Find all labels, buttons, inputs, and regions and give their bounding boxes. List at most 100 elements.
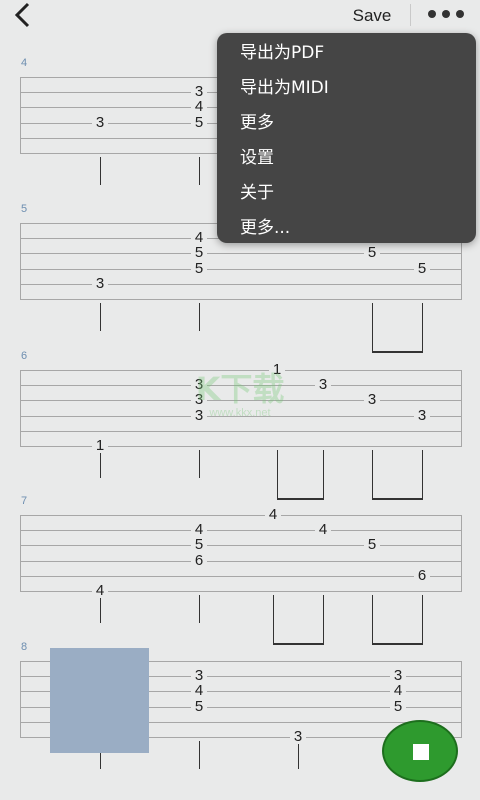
fret-number[interactable]: 1 [269, 362, 285, 377]
note-stem [422, 303, 423, 331]
note-stem [277, 478, 278, 498]
note-stem [298, 741, 299, 769]
fret-number[interactable]: 6 [414, 567, 430, 583]
note-stem [277, 450, 278, 478]
fret-number[interactable]: 3 [191, 377, 207, 393]
staff-line [20, 268, 462, 270]
staff-line [20, 545, 462, 547]
measure-number: 7 [21, 495, 28, 507]
note-beam [372, 351, 423, 353]
overflow-menu: 导出为PDF 导出为MIDI 更多 设置 关于 更多... [217, 33, 476, 243]
menu-item-more-ellipsis[interactable]: 更多... [217, 211, 476, 246]
note-beam [372, 643, 423, 645]
fret-number[interactable]: 3 [315, 377, 331, 393]
menu-item-more[interactable]: 更多 [217, 106, 476, 141]
menu-item-export-midi[interactable]: 导出为MIDI [217, 71, 476, 106]
bar-line [461, 515, 462, 591]
note-stem [422, 623, 423, 643]
fret-number[interactable]: 5 [191, 260, 207, 276]
staff-line [20, 299, 462, 300]
staff-line [20, 400, 462, 402]
bar-line [20, 223, 21, 299]
fret-number[interactable]: 3 [390, 668, 406, 684]
staff-line [20, 446, 462, 447]
staff-line [20, 515, 462, 516]
staff-line [20, 385, 462, 387]
fret-number[interactable]: 3 [92, 275, 108, 291]
fret-number[interactable]: 4 [191, 99, 207, 115]
selected-beat-highlight [50, 648, 149, 753]
toolbar-divider [410, 4, 411, 26]
fret-number[interactable]: 5 [364, 245, 380, 261]
staff-line [20, 591, 462, 592]
menu-item-export-pdf[interactable]: 导出为PDF [217, 36, 476, 71]
fret-number[interactable]: 5 [364, 537, 380, 553]
stop-square-icon [413, 744, 429, 760]
fret-number[interactable]: 5 [390, 698, 406, 714]
bar-line [461, 370, 462, 446]
fret-number[interactable]: 4 [191, 230, 207, 246]
fret-number[interactable]: 4 [92, 583, 108, 598]
fret-number[interactable]: 4 [390, 683, 406, 699]
fret-number[interactable]: 3 [191, 84, 207, 100]
note-beam [277, 498, 324, 500]
fret-number[interactable]: 3 [414, 407, 430, 423]
stop-playback-button[interactable] [382, 720, 458, 782]
fret-number[interactable]: 3 [364, 392, 380, 408]
note-stem [372, 478, 373, 498]
back-button[interactable] [8, 2, 38, 28]
fret-number[interactable]: 1 [92, 438, 108, 453]
note-stem [199, 595, 200, 623]
fret-number[interactable]: 4 [315, 522, 331, 538]
note-stem [100, 157, 101, 185]
note-stem [273, 595, 274, 623]
fret-number[interactable]: 5 [191, 537, 207, 553]
top-bar: Save [0, 0, 480, 30]
fret-number[interactable]: 5 [191, 245, 207, 261]
bar-line [461, 661, 462, 737]
note-stem [422, 478, 423, 498]
staff-line [20, 560, 462, 562]
note-stem [199, 741, 200, 769]
fret-number[interactable]: 4 [191, 522, 207, 538]
note-stem [323, 478, 324, 498]
fret-number[interactable]: 3 [191, 668, 207, 684]
staff-line [20, 415, 462, 417]
note-beam [273, 643, 324, 645]
fret-number[interactable]: 4 [265, 507, 281, 522]
fret-number[interactable]: 3 [191, 407, 207, 423]
fret-number[interactable]: 3 [290, 729, 306, 744]
note-stem [199, 157, 200, 185]
note-stem [273, 623, 274, 643]
note-stem [323, 595, 324, 623]
note-stem [422, 595, 423, 623]
note-stem [100, 450, 101, 478]
measure-number: 8 [21, 641, 28, 653]
note-stem [199, 450, 200, 478]
fret-number[interactable]: 5 [191, 698, 207, 714]
fret-number[interactable]: 5 [191, 114, 207, 130]
note-stem [372, 623, 373, 643]
note-stem [422, 331, 423, 351]
note-stem [372, 303, 373, 331]
fret-number[interactable]: 4 [191, 683, 207, 699]
bar-line [20, 515, 21, 591]
note-stem [372, 595, 373, 623]
fret-number[interactable]: 6 [191, 552, 207, 568]
fret-number[interactable]: 3 [191, 392, 207, 408]
staff-line [20, 430, 462, 432]
bar-line [20, 661, 21, 737]
fret-number[interactable]: 5 [414, 260, 430, 276]
fret-number[interactable]: 3 [92, 114, 108, 130]
menu-item-settings[interactable]: 设置 [217, 141, 476, 176]
note-stem [372, 450, 373, 478]
menu-item-about[interactable]: 关于 [217, 176, 476, 211]
more-horizontal-icon [428, 10, 464, 18]
save-button[interactable]: Save [346, 4, 398, 28]
staff-line [20, 370, 462, 371]
measure-number: 6 [21, 350, 28, 362]
measure-number: 4 [21, 57, 28, 69]
chevron-left-icon [14, 2, 30, 28]
bar-line [20, 77, 21, 153]
more-options-button[interactable] [424, 4, 468, 24]
